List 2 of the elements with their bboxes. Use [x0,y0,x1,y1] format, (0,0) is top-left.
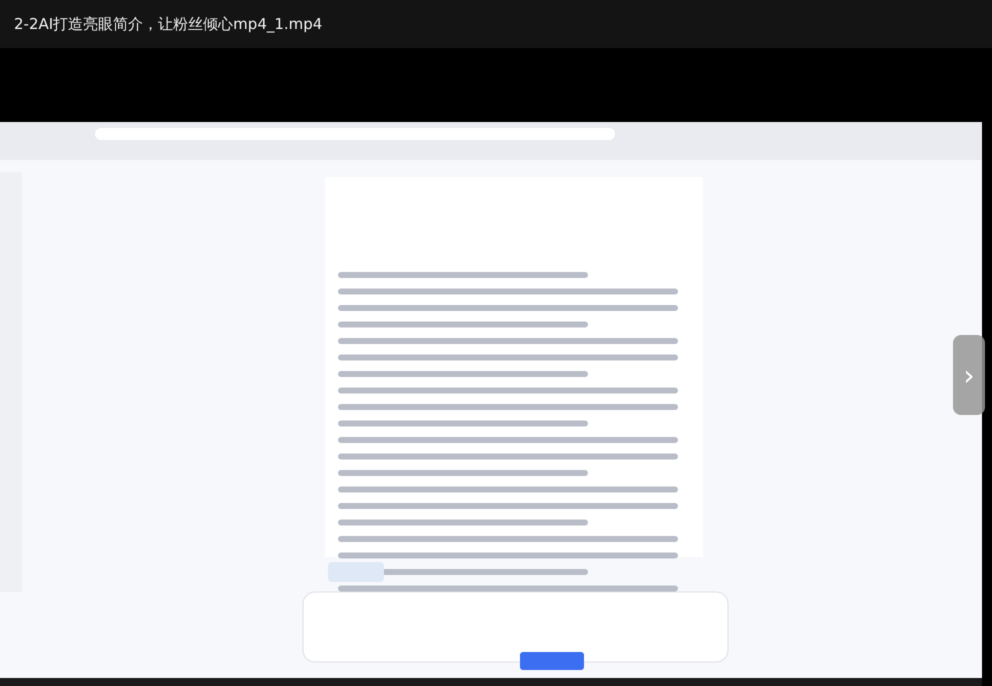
next-button[interactable]: › [953,335,985,415]
window-title: 2-2AI打造亮眼简介，让粉丝倾心mp4_1.mp4 [14,14,322,34]
